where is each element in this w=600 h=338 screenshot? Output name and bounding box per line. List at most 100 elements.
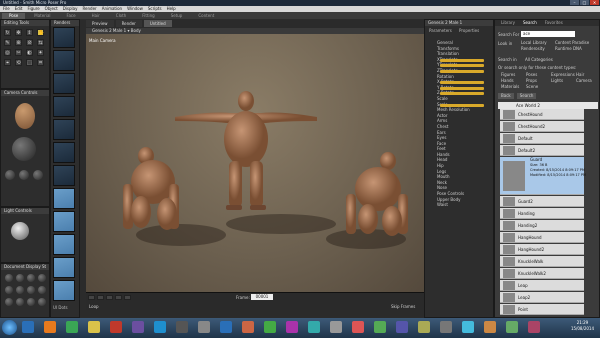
result-item[interactable]: Handing2 (500, 220, 584, 231)
minimize-button[interactable]: – (570, 0, 579, 5)
tab-library[interactable]: Library (501, 20, 515, 26)
result-item[interactable]: ChestHound2 (500, 121, 584, 132)
tab-face[interactable]: Face (60, 13, 83, 19)
grab-icon[interactable]: ✋ (37, 29, 44, 36)
render-thumbnail[interactable] (53, 119, 75, 140)
render-thumbnail[interactable] (53, 73, 75, 94)
taskbar-app-icon[interactable] (440, 321, 452, 333)
display-style-icon[interactable] (16, 274, 24, 282)
result-item[interactable]: Leap2 (500, 292, 584, 303)
content-type-checkbox[interactable]: Expressions (551, 72, 575, 77)
display-style-icon[interactable] (27, 274, 35, 282)
play-button[interactable] (106, 295, 113, 300)
taskbar-app-icon[interactable] (242, 321, 254, 333)
render-thumbnail[interactable] (53, 96, 75, 117)
tab-untitled[interactable]: Untitled (143, 20, 172, 27)
tab-render[interactable]: Render (115, 20, 142, 27)
frame-input[interactable]: 00001 (251, 294, 273, 300)
taskbar-app-icon[interactable] (286, 321, 298, 333)
play-first-button[interactable] (88, 295, 95, 300)
tab-fitting[interactable]: Fitting (135, 13, 161, 19)
undo-icon[interactable]: ⟲ (15, 59, 22, 66)
tab-setup[interactable]: Setup (164, 13, 190, 19)
tab-content[interactable]: Content (191, 13, 221, 19)
content-type-checkbox[interactable]: Materials (501, 84, 519, 89)
maximize-button[interactable]: □ (580, 0, 589, 5)
taskbar-app-icon[interactable] (88, 321, 100, 333)
result-item[interactable]: Point (500, 304, 584, 315)
select-icon[interactable]: ⬚ (26, 59, 33, 66)
result-item[interactable]: HangHound (500, 232, 584, 243)
taskbar-app-icon[interactable] (154, 321, 166, 333)
look-in-option[interactable]: Content Paradise (555, 40, 589, 45)
result-item[interactable]: ChestHound (500, 109, 584, 120)
loop-toggle[interactable]: Loop (89, 304, 99, 309)
tab-pose[interactable]: Pose (2, 12, 26, 19)
display-style-icon[interactable] (27, 286, 35, 294)
tab-material[interactable]: Material (27, 13, 57, 19)
cut-icon[interactable]: ✂ (15, 49, 22, 56)
taskbar-app-icon[interactable] (22, 321, 34, 333)
back-button[interactable]: Back (498, 93, 514, 99)
param-slider-translation[interactable] (440, 64, 484, 68)
render-thumbnail[interactable] (53, 211, 75, 232)
taskbar-app-icon[interactable] (264, 321, 276, 333)
light-sphere-icon[interactable] (11, 222, 29, 240)
add-icon[interactable]: ⊕ (15, 39, 22, 46)
result-item[interactable]: HangHound2 (500, 244, 584, 255)
target-icon[interactable]: ◎ (4, 49, 11, 56)
param-slider-translation[interactable] (440, 58, 484, 62)
display-style-icon[interactable] (5, 286, 13, 294)
taskbar-app-icon[interactable] (176, 321, 188, 333)
taskbar-app-icon[interactable] (484, 321, 496, 333)
taskbar-app-icon[interactable] (418, 321, 430, 333)
tab-parameters[interactable]: Parameters (429, 28, 452, 34)
skip-frames-toggle[interactable]: Skip Frames (391, 304, 415, 309)
search-input[interactable]: ace (521, 31, 575, 37)
taskbar-app-icon[interactable] (352, 321, 364, 333)
render-thumbnail[interactable] (53, 188, 75, 209)
display-style-icon[interactable] (16, 298, 24, 306)
taskbar-app-icon[interactable] (66, 321, 78, 333)
rotate-icon[interactable]: ↻ (4, 29, 11, 36)
taskbar-app-icon[interactable] (462, 321, 474, 333)
param-slider-rotation[interactable] (440, 92, 484, 96)
scale-icon[interactable]: ⇕ (26, 29, 33, 36)
translate-icon[interactable]: ✥ (15, 29, 22, 36)
3d-viewport[interactable]: Main Camera (86, 34, 424, 292)
render-thumbnail[interactable] (53, 234, 75, 255)
param-slider-rotation[interactable] (440, 81, 484, 85)
content-type-checkbox[interactable]: Scene (526, 84, 538, 89)
taskbar-app-icon[interactable] (220, 321, 232, 333)
display-style-icon[interactable] (16, 286, 24, 294)
figure-crouch-left[interactable] (111, 144, 201, 239)
content-type-checkbox[interactable]: Hands (501, 78, 514, 83)
render-thumbnail[interactable] (53, 257, 75, 278)
figure-crouch-right[interactable] (336, 149, 421, 244)
param-slider-scale[interactable] (440, 103, 484, 107)
crosshair-icon[interactable]: ⌖ (4, 59, 11, 66)
look-in-option[interactable]: Renderosity (521, 46, 545, 51)
result-item[interactable]: Leap (500, 280, 584, 291)
taskbar-app-icon[interactable] (396, 321, 408, 333)
result-item[interactable]: Handing (500, 208, 584, 219)
taskbar-app-icon[interactable] (110, 321, 122, 333)
result-item[interactable]: Guard2 (500, 196, 584, 207)
result-item[interactable]: Guard Size: 36 B Created: 8/15/2014 8:09:1… (500, 157, 586, 195)
close-button[interactable]: ✕ (590, 0, 599, 5)
taskbar-app-icon[interactable] (528, 321, 540, 333)
swap-icon[interactable]: ⇆ (37, 39, 44, 46)
tab-favorites[interactable]: Favorites (545, 20, 563, 26)
display-style-icon[interactable] (5, 274, 13, 282)
param-slider-translation[interactable] (440, 70, 484, 73)
camera-head-icon[interactable] (15, 103, 35, 129)
rotate-dial-icon[interactable] (5, 170, 15, 180)
star-icon[interactable]: ✦ (37, 49, 44, 56)
result-item[interactable]: KnuckleWalk2 (500, 268, 584, 279)
taskbar-app-icon[interactable] (44, 321, 56, 333)
look-in-option[interactable]: Runtime DNA (555, 46, 582, 51)
content-type-checkbox[interactable]: Figures (501, 72, 515, 77)
param-item[interactable]: Waist (437, 202, 470, 208)
display-style-icon[interactable] (27, 298, 35, 306)
content-type-checkbox[interactable]: Camera (576, 78, 592, 83)
